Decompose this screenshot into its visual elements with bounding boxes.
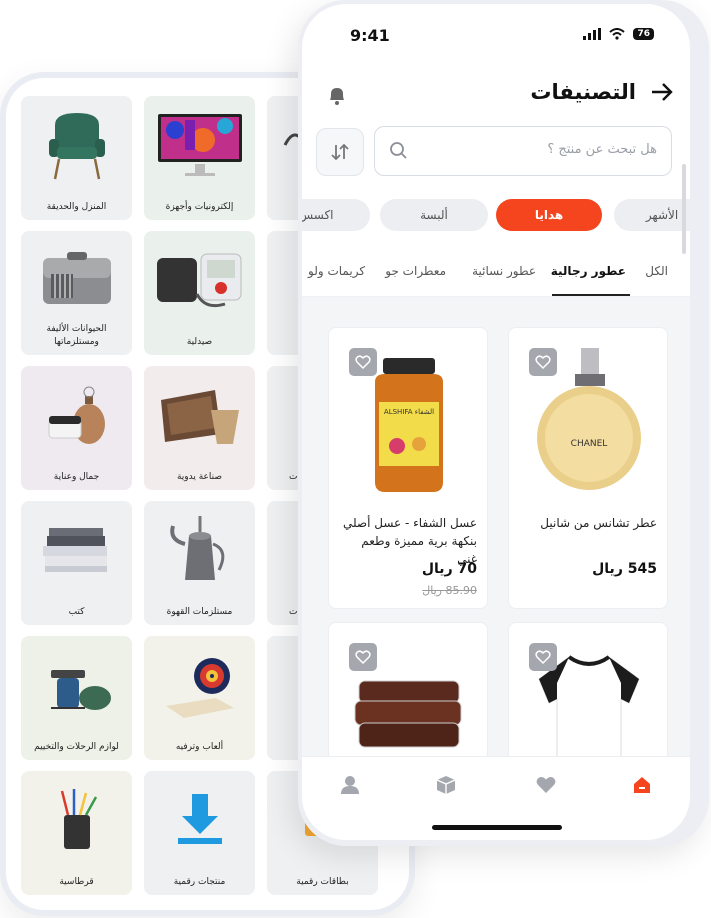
cosmetics-icon — [21, 374, 132, 456]
category-coffee[interactable]: مستلزمات القهوة — [144, 501, 255, 625]
perfume-label: CHANEL — [571, 439, 608, 449]
home-indicator[interactable] — [432, 825, 562, 830]
monitor-icon — [144, 104, 255, 186]
battery-indicator: 76 — [633, 28, 654, 40]
category-handcraft[interactable]: صناعة يدوية — [144, 366, 255, 490]
category-electronics[interactable]: إلكترونيات وأجهزة — [144, 96, 255, 220]
coffee-pot-icon — [144, 509, 255, 591]
categories-screen: 9:41 76 التصنيفات هل تبحث عن منتج ؟ الأش… — [302, 4, 690, 840]
category-pharmacy[interactable]: صيدلية — [144, 231, 255, 355]
heart-outline-icon — [535, 650, 551, 665]
heart-icon[interactable] — [532, 771, 560, 799]
camping-stove-icon — [21, 644, 132, 726]
category-stationery[interactable]: قرطاسية — [21, 771, 132, 895]
handcraft-icon — [144, 374, 255, 456]
chip-label: ألبسة — [420, 208, 448, 222]
wifi-icon — [609, 28, 626, 40]
chip-popular[interactable]: الأشهر — [614, 199, 690, 231]
dates-icon — [349, 663, 469, 763]
chip-label: هدايا — [534, 208, 564, 222]
subtab-air-fresheners[interactable]: معطرات جو — [385, 264, 446, 278]
category-beauty[interactable]: جمال وعناية — [21, 366, 132, 490]
product-price: 545 ريال — [592, 561, 657, 577]
search-placeholder: هل تبحث عن منتج ؟ — [547, 142, 657, 157]
favorite-button[interactable] — [349, 643, 377, 671]
category-label: الحيوانات الأليفة ومستلزماتها — [46, 324, 107, 347]
category-label: صناعة يدوية — [176, 472, 223, 482]
category-home-garden[interactable]: المنزل والحديقة — [21, 96, 132, 220]
chip-clothing[interactable]: ألبسة — [380, 199, 488, 231]
subtab-mens-perfume[interactable]: عطور رجالية — [551, 264, 626, 278]
status-time: 9:41 — [350, 26, 390, 45]
front-phone-frame: 9:41 76 التصنيفات هل تبحث عن منتج ؟ الأش… — [298, 0, 709, 846]
heart-outline-icon — [355, 650, 371, 665]
subtab-all[interactable]: الكل — [645, 264, 668, 278]
status-icons: 76 — [583, 28, 654, 40]
category-pets[interactable]: الحيوانات الأليفة ومستلزماتها — [21, 231, 132, 355]
category-label: كتب — [68, 607, 85, 617]
armchair-icon — [21, 104, 132, 186]
search-icon — [389, 141, 409, 165]
app-showcase: المنزل والحديقة إلكترونيات وأجهزة الحيوا… — [0, 0, 711, 918]
heart-outline-icon — [535, 355, 551, 370]
product-name: عطر تشانس من شانيل — [540, 516, 657, 530]
pet-carrier-icon — [21, 239, 132, 321]
category-games[interactable]: ألعاب وترفيه — [144, 636, 255, 760]
search-input[interactable]: هل تبحث عن منتج ؟ — [374, 126, 672, 176]
category-label: صيدلية — [186, 337, 213, 347]
category-label: مستلزمات القهوة — [166, 607, 233, 617]
favorite-button[interactable] — [349, 348, 377, 376]
product-old-price: 85.90 ريال — [422, 584, 477, 597]
category-digital-products[interactable]: منتجات رقمية — [144, 771, 255, 895]
chip-label: اكسس — [302, 208, 334, 222]
dartboard-icon — [144, 644, 255, 726]
subtab-creams[interactable]: كريمات ولو — [308, 264, 365, 278]
home-icon[interactable] — [628, 771, 656, 799]
category-label: جمال وعناية — [53, 472, 100, 482]
product-price: 70 ريال — [421, 561, 477, 577]
scrollbar[interactable] — [682, 164, 686, 254]
category-label: منتجات رقمية — [173, 877, 226, 887]
bell-icon[interactable] — [326, 84, 348, 110]
honey-jar-label: ALSHIFA الشفاء — [384, 408, 434, 416]
category-label: لوازم الرحلات والتخييم — [34, 742, 119, 752]
product-name: عسل الشفاء - عسل أصلي بنكهة برية مميزة و… — [342, 516, 477, 566]
blood-pressure-monitor-icon — [144, 239, 255, 321]
chip-gifts[interactable]: هدايا — [496, 199, 602, 231]
product-card[interactable]: ALSHIFA الشفاء عسل الشفاء - عسل أصلي بنك… — [328, 327, 488, 609]
stationery-icon — [21, 779, 132, 861]
chip-accessories[interactable]: اكسس — [302, 199, 370, 231]
category-label: ألعاب وترفيه — [175, 742, 224, 752]
favorite-button[interactable] — [529, 348, 557, 376]
favorite-button[interactable] — [529, 643, 557, 671]
profile-icon[interactable] — [336, 771, 364, 799]
category-label: بطاقات رقمية — [296, 877, 349, 887]
subtab-womens-perfume[interactable]: عطور نسائية — [472, 264, 536, 278]
back-arrow-icon[interactable] — [650, 82, 674, 106]
category-label: إلكترونيات وأجهزة — [165, 202, 234, 212]
chip-label: الأشهر — [645, 208, 679, 222]
category-books[interactable]: كتب — [21, 501, 132, 625]
books-icon — [21, 509, 132, 591]
category-label: قرطاسية — [59, 877, 94, 887]
category-label: المنزل والحديقة — [46, 202, 107, 212]
sort-icon — [331, 143, 349, 161]
download-icon — [144, 779, 255, 861]
bottom-navigation — [302, 756, 690, 840]
box-icon[interactable] — [432, 771, 460, 799]
heart-outline-icon — [355, 355, 371, 370]
sort-button[interactable] — [316, 128, 364, 176]
product-card[interactable]: CHANEL عطر تشانس من شانيل 545 ريال — [508, 327, 668, 609]
category-camping[interactable]: لوازم الرحلات والتخييم — [21, 636, 132, 760]
page-title: التصنيفات — [530, 80, 636, 104]
signal-icon — [583, 28, 602, 40]
